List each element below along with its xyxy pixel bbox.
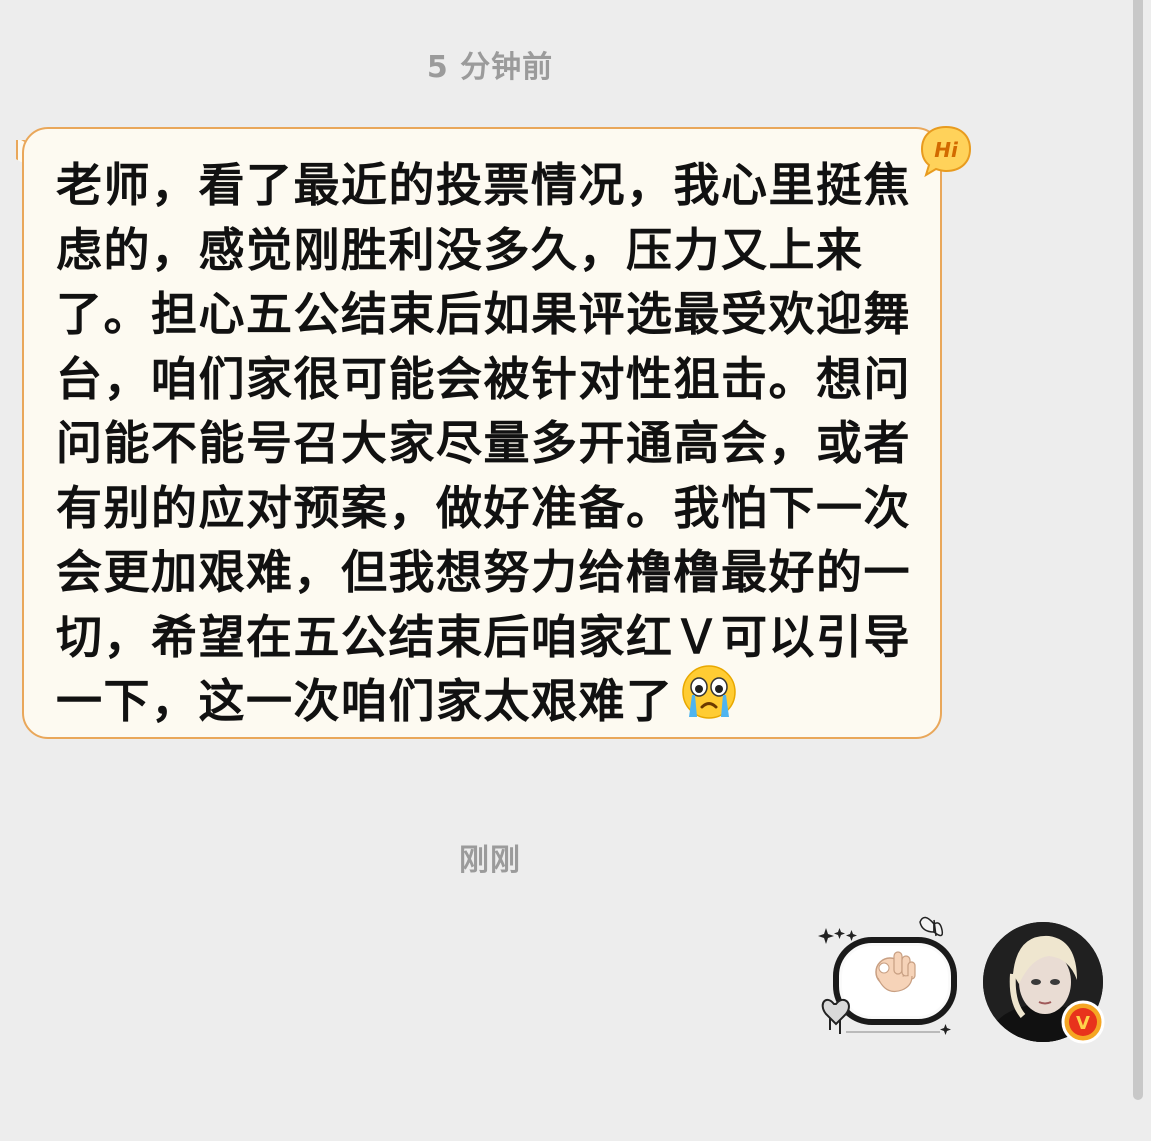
verified-badge-label: V xyxy=(1076,1013,1090,1034)
melting-heart-icon xyxy=(821,998,850,1034)
hi-badge-label: Hi xyxy=(934,138,959,162)
message-text: 老师，看了最近的投票情况，我心里挺焦虑的，感觉刚胜利没多久，压力又上来了。担心五… xyxy=(56,158,911,728)
sparkle-icon xyxy=(940,1024,951,1035)
scrollbar[interactable] xyxy=(1133,0,1143,1100)
message-text-container: 老师，看了最近的投票情况，我心里挺焦虑的，感觉刚胜利没多久，压力又上来了。担心五… xyxy=(56,153,918,738)
timestamp: 5 分钟前 xyxy=(426,50,554,85)
verified-badge-icon: V xyxy=(1061,1000,1105,1044)
chat-window: 5 分钟前 老师，看了最近的投票情况，我心里挺焦虑的，感觉刚胜利没多久，压力又上… xyxy=(0,0,1151,1141)
timestamp: 刚刚 xyxy=(459,843,521,878)
incoming-message-bubble[interactable]: 老师，看了最近的投票情况，我心里挺焦虑的，感觉刚胜利没多久，压力又上来了。担心五… xyxy=(22,127,942,739)
butterfly-icon xyxy=(919,916,944,937)
hi-badge-icon: Hi xyxy=(918,123,974,179)
ok-hand-sticker[interactable] xyxy=(816,910,958,1040)
crying-face-icon xyxy=(680,663,738,738)
sparkle-icon xyxy=(818,928,857,944)
